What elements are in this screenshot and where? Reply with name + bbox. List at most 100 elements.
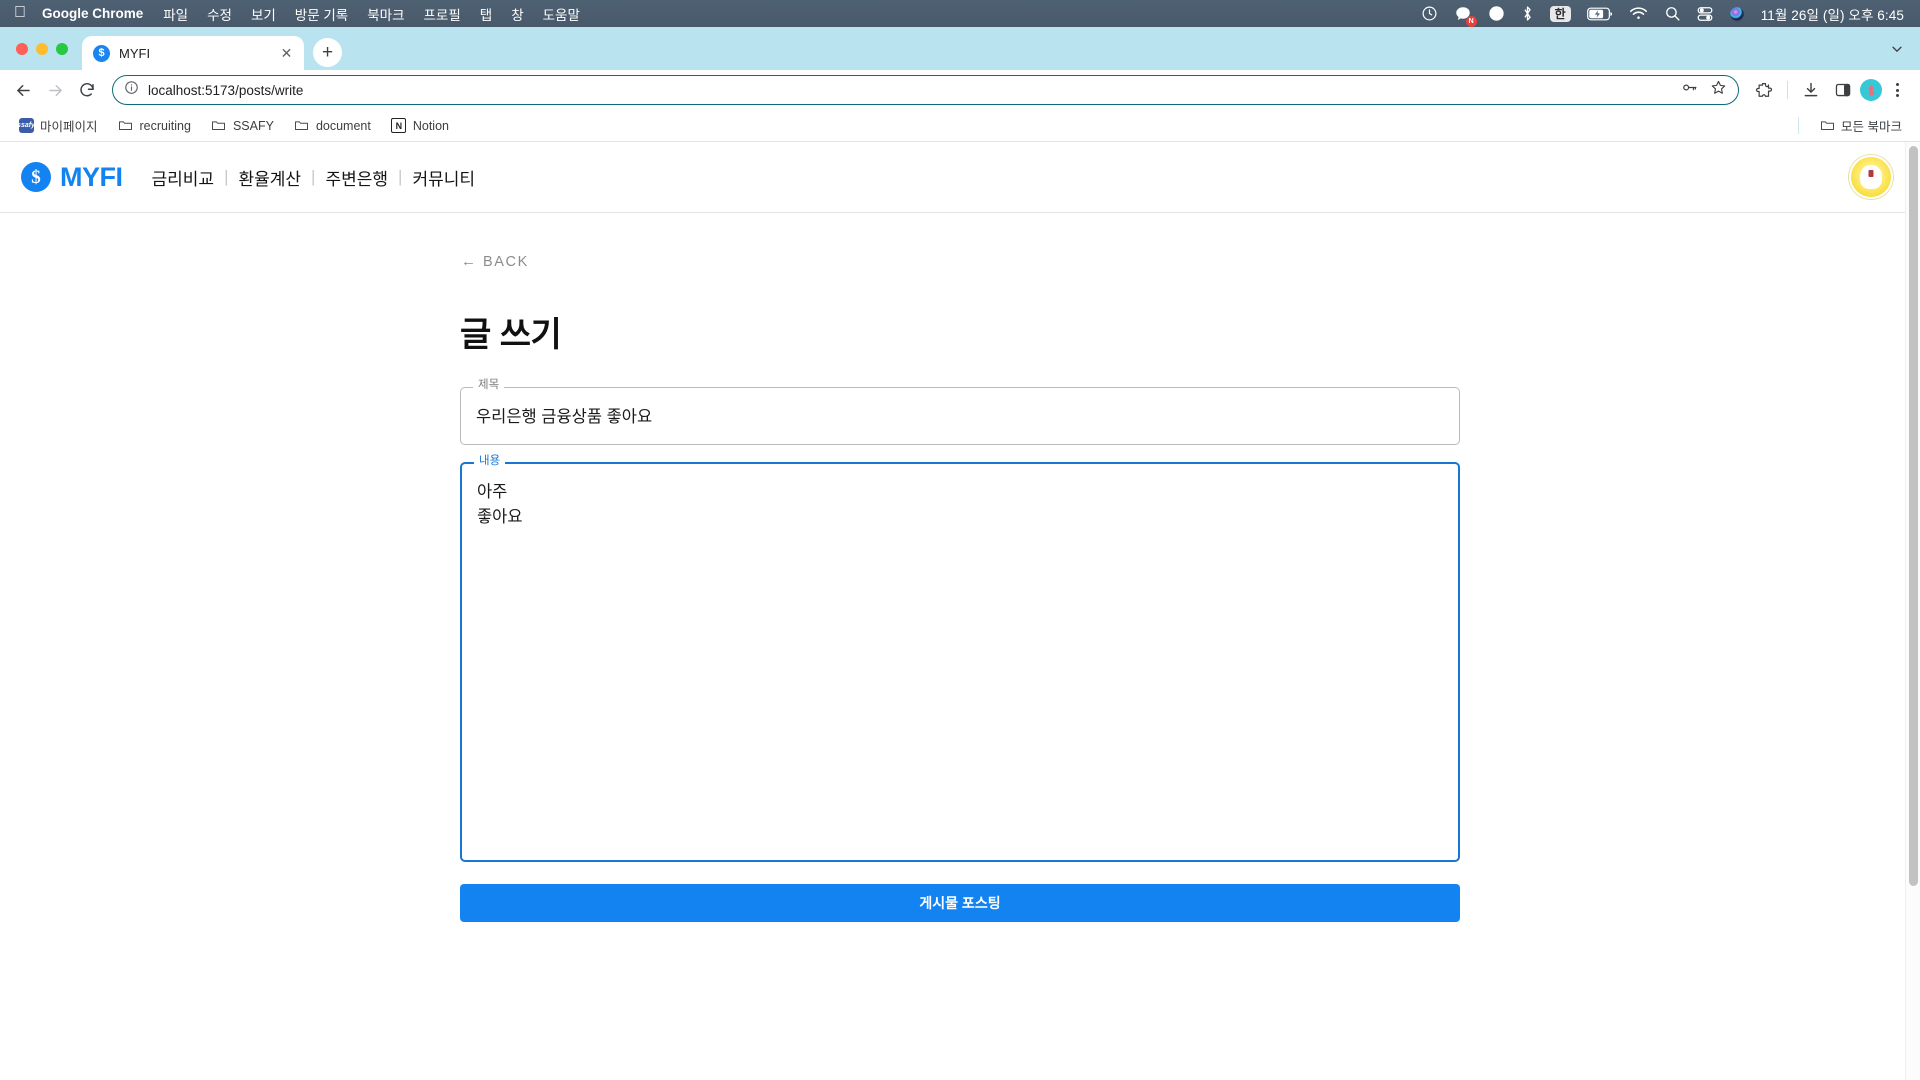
window-minimize-button[interactable] (36, 43, 48, 55)
bookmark-ssafy[interactable]: SSAFY (203, 114, 282, 138)
user-avatar[interactable] (1849, 155, 1893, 199)
reload-icon[interactable] (72, 75, 102, 105)
bookmarks-bar-right: 모든 북마크 (1798, 112, 1910, 139)
messages-badge: N (1466, 16, 1477, 27)
menu-item-bookmarks[interactable]: 북마크 (367, 4, 404, 24)
toolbar-divider (1787, 81, 1788, 99)
folder-icon (294, 118, 310, 134)
bookmark-label: SSAFY (233, 119, 274, 133)
menu-item-help[interactable]: 도움말 (543, 4, 580, 24)
menu-bar-status-items: N 한 (1421, 4, 1910, 24)
back-link-label: BACK (483, 254, 529, 270)
folder-icon (118, 118, 134, 134)
battery-icon[interactable] (1587, 7, 1613, 21)
avatar-character-icon (1860, 165, 1882, 189)
menu-item-history[interactable]: 방문 기록 (295, 4, 348, 24)
tab-favicon-icon: $ (93, 45, 110, 62)
body-field-group: 내용 아주 좋아요 (460, 462, 1460, 862)
puzzle-piece-icon[interactable] (1749, 75, 1779, 105)
page-viewport: $ MYFI 금리비교 | 환율계산 | 주변은행 | 커뮤니티 ← BACK … (0, 142, 1920, 1080)
back-link[interactable]: ← BACK (461, 253, 529, 270)
title-field-box[interactable]: 제목 우리은행 금융상품 좋아요 (460, 387, 1460, 445)
tab-search-chevron-down-icon[interactable] (1890, 42, 1904, 61)
write-post-container: ← BACK 글 쓰기 제목 우리은행 금융상품 좋아요 내용 아주 좋아요 게… (460, 213, 1460, 922)
menu-item-tab[interactable]: 탭 (480, 4, 492, 24)
bookmark-document[interactable]: document (286, 114, 379, 138)
browser-toolbar: localhost:5173/posts/write (0, 70, 1920, 110)
bookmark-label: Notion (413, 119, 449, 133)
window-traffic-lights (12, 27, 82, 70)
bookmarks-bar: ssafy 마이페이지 recruiting SSAFY document N … (0, 110, 1920, 142)
back-arrow-icon[interactable] (8, 75, 38, 105)
menu-app-name[interactable]: Google Chrome (42, 6, 143, 21)
body-textarea[interactable]: 아주 좋아요 (462, 464, 1458, 860)
site-logo[interactable]: $ MYFI (21, 162, 123, 193)
timer-icon[interactable] (1421, 5, 1438, 22)
input-source-indicator[interactable]: 한 (1550, 6, 1571, 22)
bookmark-label: document (316, 119, 371, 133)
macos-menu-bar:  Google Chrome 파일 수정 보기 방문 기록 북마크 프로필 탭… (0, 0, 1920, 27)
ssafy-favicon: ssafy (18, 118, 34, 134)
cleanmymac-icon[interactable] (1488, 5, 1505, 22)
folder-icon (211, 118, 227, 134)
bookmarks-divider (1798, 117, 1799, 134)
body-field-box[interactable]: 내용 아주 좋아요 (460, 462, 1460, 862)
nav-item-community[interactable]: 커뮤니티 (402, 165, 485, 190)
notion-icon: N (391, 118, 407, 134)
site-header: $ MYFI 금리비교 | 환율계산 | 주변은행 | 커뮤니티 (0, 142, 1920, 213)
forward-arrow-icon[interactable] (40, 75, 70, 105)
tab-title: MYFI (119, 46, 269, 61)
site-logo-text: MYFI (60, 162, 123, 193)
nav-item-rate-compare[interactable]: 금리비교 (142, 165, 225, 190)
bookmark-label: recruiting (140, 119, 191, 133)
side-panel-icon[interactable] (1828, 75, 1858, 105)
nav-item-exchange-calc[interactable]: 환율계산 (228, 165, 311, 190)
nav-item-nearby-banks[interactable]: 주변은행 (315, 165, 398, 190)
download-icon[interactable] (1796, 75, 1826, 105)
control-center-icon[interactable] (1697, 6, 1713, 22)
tab-close-icon[interactable]: ✕ (278, 45, 295, 62)
folder-icon (1819, 118, 1835, 134)
user-avatar-wrapper[interactable] (1849, 155, 1893, 199)
bookmark-label: 마이페이지 (40, 116, 98, 135)
menu-item-profiles[interactable]: 프로필 (424, 4, 461, 24)
apple-logo-icon[interactable]:  (14, 5, 26, 21)
key-icon[interactable] (1681, 79, 1698, 101)
siri-icon[interactable] (1729, 6, 1745, 22)
dollar-coin-icon: $ (21, 162, 51, 192)
submit-post-button[interactable]: 게시물 포스팅 (460, 884, 1460, 922)
bookmark-notion[interactable]: N Notion (383, 114, 457, 138)
title-input[interactable]: 우리은행 금융상품 좋아요 (461, 388, 1459, 444)
wifi-icon[interactable] (1629, 6, 1648, 21)
menu-item-file[interactable]: 파일 (163, 4, 188, 24)
browser-tab-strip: $ MYFI ✕ + (0, 27, 1920, 70)
all-bookmarks-button[interactable]: 모든 북마크 (1811, 112, 1910, 139)
menu-bar-clock[interactable]: 11월 26일 (일) 오후 6:45 (1761, 4, 1904, 24)
address-bar-actions (1681, 79, 1730, 101)
bookmark-mypage[interactable]: ssafy 마이페이지 (10, 112, 106, 139)
page-scrollbar-thumb[interactable] (1909, 146, 1918, 886)
menu-item-view[interactable]: 보기 (251, 4, 276, 24)
site-navigation: 금리비교 | 환율계산 | 주변은행 | 커뮤니티 (142, 165, 486, 190)
all-bookmarks-label: 모든 북마크 (1841, 116, 1902, 135)
address-bar[interactable]: localhost:5173/posts/write (112, 75, 1739, 105)
bookmark-recruiting[interactable]: recruiting (110, 114, 199, 138)
profile-avatar-icon[interactable] (1860, 79, 1882, 101)
address-bar-url: localhost:5173/posts/write (148, 83, 1672, 98)
info-circle-icon[interactable] (124, 80, 139, 100)
star-icon[interactable] (1710, 79, 1727, 101)
three-dot-menu-icon[interactable] (1884, 75, 1910, 105)
browser-tab[interactable]: $ MYFI ✕ (82, 36, 304, 70)
back-arrow-icon: ← (461, 253, 476, 270)
window-zoom-button[interactable] (56, 43, 68, 55)
menu-item-window[interactable]: 창 (511, 4, 523, 24)
menu-item-edit[interactable]: 수정 (207, 4, 232, 24)
spotlight-search-icon[interactable] (1664, 5, 1681, 22)
new-tab-button[interactable]: + (313, 38, 342, 67)
messages-icon[interactable]: N (1454, 5, 1472, 23)
page-content: ← BACK 글 쓰기 제목 우리은행 금융상품 좋아요 내용 아주 좋아요 게… (0, 213, 1920, 1079)
window-close-button[interactable] (16, 43, 28, 55)
bluetooth-icon[interactable] (1521, 5, 1534, 22)
page-scrollbar[interactable] (1905, 142, 1920, 1080)
page-title: 글 쓰기 (460, 307, 1460, 356)
